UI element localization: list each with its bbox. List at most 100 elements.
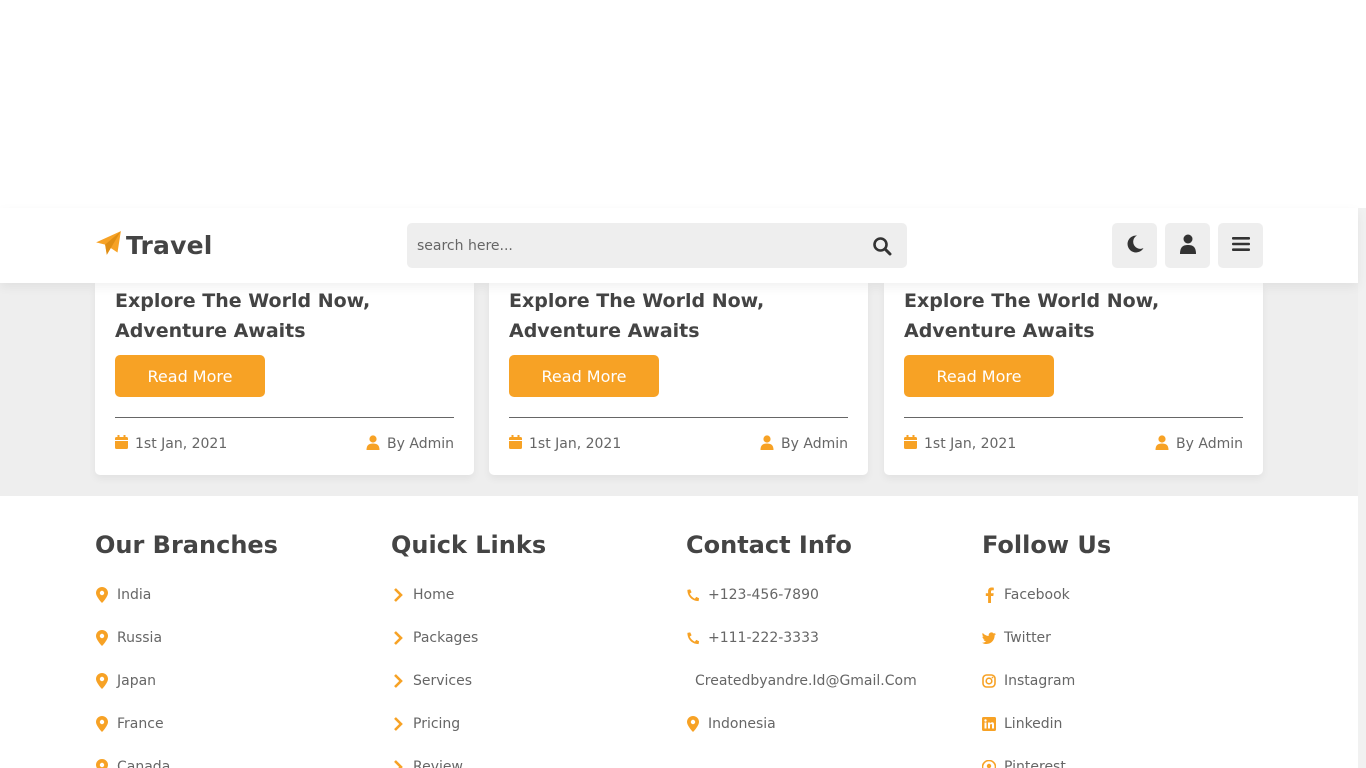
quick-link[interactable]: Pricing bbox=[391, 713, 460, 735]
footer-contact: Contact Info +123-456-7890 +111-222-3333… bbox=[686, 528, 966, 732]
social-link-pinterest[interactable]: Pinterest bbox=[982, 756, 1066, 768]
user-icon bbox=[1179, 234, 1197, 258]
quick-link-label: Packages bbox=[413, 630, 479, 646]
logo-text: Travel bbox=[126, 230, 213, 260]
card-date: 1st Jan, 2021 bbox=[509, 434, 621, 454]
social-link-twitter[interactable]: Twitter bbox=[982, 627, 1051, 649]
branch-label: Japan bbox=[117, 673, 157, 689]
card-title: Explore The World Now, Adventure Awaits bbox=[904, 290, 1160, 342]
branch-item[interactable]: Japan bbox=[95, 670, 156, 692]
map-marker-icon bbox=[95, 673, 109, 689]
branch-label: France bbox=[117, 716, 164, 732]
footer-heading: Follow Us bbox=[982, 531, 1112, 559]
quick-link-label: Home bbox=[413, 587, 455, 603]
card-divider bbox=[509, 417, 848, 418]
contact-phone[interactable]: +123-456-7890 bbox=[686, 584, 819, 606]
blog-card: Explore The World Now, Adventure Awaits … bbox=[95, 283, 474, 475]
paper-plane-icon bbox=[95, 230, 122, 261]
card-author-text: By Admin bbox=[781, 436, 848, 452]
calendar-icon bbox=[509, 435, 522, 453]
map-marker-icon bbox=[95, 716, 109, 732]
contact-phone-text: +123-456-7890 bbox=[708, 587, 819, 603]
contact-email-text: Createdbyandre.Id@Gmail.Com bbox=[695, 673, 917, 689]
search-form bbox=[407, 223, 907, 268]
quick-link[interactable]: Services bbox=[391, 670, 472, 692]
branch-item[interactable]: Canada bbox=[95, 756, 170, 768]
chevron-right-icon bbox=[391, 673, 405, 689]
phone-icon bbox=[686, 587, 700, 603]
card-date-text: 1st Jan, 2021 bbox=[529, 436, 622, 452]
card-title: Explore The World Now, Adventure Awaits bbox=[509, 290, 765, 342]
branch-item[interactable]: France bbox=[95, 713, 164, 735]
user-icon bbox=[366, 434, 380, 454]
logo[interactable]: Travel bbox=[95, 230, 213, 260]
header: Travel bbox=[0, 208, 1358, 283]
quick-link[interactable]: Packages bbox=[391, 627, 478, 649]
read-more-button[interactable]: Read More bbox=[115, 355, 265, 397]
social-label: Instagram bbox=[1004, 673, 1076, 689]
blog-card: Explore The World Now, Adventure Awaits … bbox=[884, 283, 1263, 475]
branch-item[interactable]: Russia bbox=[95, 627, 162, 649]
card-divider bbox=[904, 417, 1243, 418]
footer-heading: Quick Links bbox=[391, 531, 547, 559]
calendar-icon bbox=[115, 435, 128, 453]
branch-item[interactable]: India bbox=[95, 584, 151, 606]
footer-follow: Follow Us Facebook Twitter Instagram Lin… bbox=[982, 528, 1262, 768]
chevron-right-icon bbox=[391, 759, 405, 768]
chevron-right-icon bbox=[391, 716, 405, 732]
twitter-icon bbox=[982, 630, 996, 646]
card-author: By Admin bbox=[760, 434, 848, 454]
card-date-text: 1st Jan, 2021 bbox=[924, 436, 1017, 452]
social-label: Twitter bbox=[1004, 630, 1051, 646]
contact-location-text: Indonesia bbox=[708, 716, 776, 732]
contact-phone-text: +111-222-3333 bbox=[708, 630, 819, 646]
quick-link-label: Pricing bbox=[413, 716, 461, 732]
contact-phone[interactable]: +111-222-3333 bbox=[686, 627, 819, 649]
user-icon bbox=[760, 434, 774, 454]
card-date-text: 1st Jan, 2021 bbox=[135, 436, 228, 452]
card-author: By Admin bbox=[1155, 434, 1243, 454]
blog-card: Explore The World Now, Adventure Awaits … bbox=[489, 283, 868, 475]
top-blank-area bbox=[0, 0, 1366, 208]
facebook-icon bbox=[982, 587, 996, 603]
card-author-text: By Admin bbox=[387, 436, 454, 452]
map-marker-icon bbox=[95, 587, 109, 603]
search-input[interactable] bbox=[407, 223, 857, 268]
search-icon[interactable] bbox=[857, 223, 907, 268]
card-date: 1st Jan, 2021 bbox=[115, 434, 227, 454]
social-link-linkedin[interactable]: Linkedin bbox=[982, 713, 1062, 735]
calendar-icon bbox=[904, 435, 917, 453]
contact-email[interactable]: Createdbyandre.Id@Gmail.Com bbox=[695, 670, 917, 692]
card-divider bbox=[115, 417, 454, 418]
social-link-instagram[interactable]: Instagram bbox=[982, 670, 1075, 692]
chevron-right-icon bbox=[391, 587, 405, 603]
social-label: Facebook bbox=[1004, 587, 1070, 603]
quick-link[interactable]: Home bbox=[391, 584, 454, 606]
social-label: Linkedin bbox=[1004, 716, 1063, 732]
card-author-text: By Admin bbox=[1176, 436, 1243, 452]
branch-label: India bbox=[117, 587, 152, 603]
card-title: Explore The World Now, Adventure Awaits bbox=[115, 290, 371, 342]
scrollbar-track[interactable] bbox=[1358, 208, 1366, 768]
quick-link-label: Services bbox=[413, 673, 473, 689]
card-author: By Admin bbox=[366, 434, 454, 454]
map-marker-icon bbox=[95, 759, 109, 768]
theme-toggle-button[interactable] bbox=[1112, 223, 1157, 268]
social-link-facebook[interactable]: Facebook bbox=[982, 584, 1070, 606]
map-marker-icon bbox=[95, 630, 109, 646]
read-more-button[interactable]: Read More bbox=[904, 355, 1054, 397]
branch-label: Russia bbox=[117, 630, 163, 646]
footer-heading: Our Branches bbox=[95, 531, 278, 559]
menu-button[interactable] bbox=[1218, 223, 1263, 268]
read-more-button[interactable]: Read More bbox=[509, 355, 659, 397]
chevron-right-icon bbox=[391, 630, 405, 646]
user-button[interactable] bbox=[1165, 223, 1210, 268]
moon-icon bbox=[1125, 234, 1145, 258]
map-marker-icon bbox=[686, 716, 700, 732]
contact-location[interactable]: Indonesia bbox=[686, 713, 776, 735]
social-label: Pinterest bbox=[1004, 759, 1066, 768]
footer-heading: Contact Info bbox=[686, 531, 852, 559]
phone-icon bbox=[686, 630, 700, 646]
quick-link[interactable]: Review bbox=[391, 756, 463, 768]
pinterest-icon bbox=[982, 759, 996, 768]
